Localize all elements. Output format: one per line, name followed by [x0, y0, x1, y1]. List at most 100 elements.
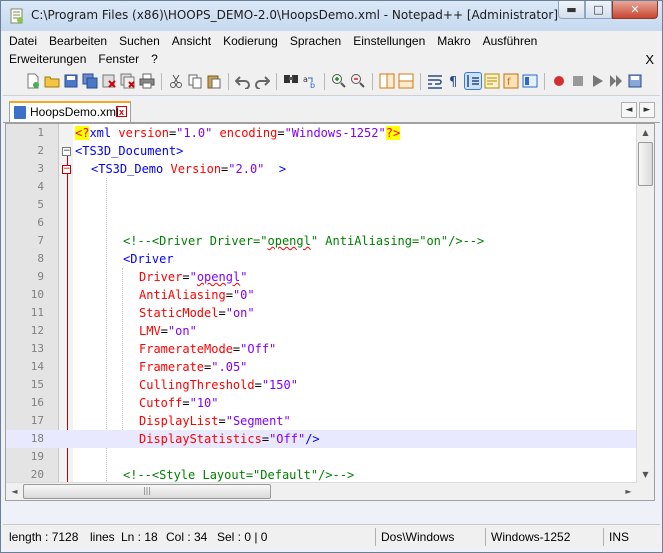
- indent-guide-icon[interactable]: [464, 72, 482, 90]
- close-button[interactable]: ✕: [612, 1, 658, 19]
- close-document-button[interactable]: X: [645, 52, 654, 67]
- save-icon[interactable]: [63, 73, 79, 89]
- svg-text:f: f: [507, 77, 511, 88]
- attr-name: DisplayStatistics: [139, 432, 262, 446]
- menu-bar: Datei Bearbeiten Suchen Ansicht Kodierun…: [3, 31, 660, 73]
- toolbar-separator: [161, 73, 162, 90]
- zoom-out-icon[interactable]: [350, 73, 366, 89]
- function-list-icon[interactable]: f: [503, 73, 519, 89]
- close-all-icon[interactable]: [120, 73, 136, 89]
- menu-erweiterungen[interactable]: Erweiterungen: [3, 52, 92, 70]
- line-number: 9: [37, 270, 44, 283]
- comment-text: " AntiAliasing="on"/>-->: [310, 234, 485, 248]
- save-all-icon[interactable]: [82, 73, 98, 89]
- folder-workspace-icon[interactable]: [522, 73, 538, 89]
- tab-scroll-right-button[interactable]: ►: [639, 102, 655, 118]
- pi-close: ?>: [385, 126, 401, 140]
- editor-pane[interactable]: − − 1 <?xml version="1.0" encoding="Windo…: [5, 123, 655, 501]
- code-line-9: 9 Driver="opengl": [6, 268, 636, 286]
- attr-eq: =: [218, 414, 226, 428]
- status-separator: [375, 528, 376, 546]
- undo-icon[interactable]: [235, 73, 251, 89]
- attr-value: "10": [189, 396, 219, 410]
- copy-icon[interactable]: [187, 73, 203, 89]
- scroll-right-arrow-icon[interactable]: ►: [620, 483, 637, 500]
- scroll-left-arrow-icon[interactable]: ◄: [6, 483, 23, 500]
- paste-icon[interactable]: [206, 73, 222, 89]
- line-number: 10: [30, 288, 44, 301]
- line-number: 19: [30, 450, 44, 463]
- line-number: 13: [30, 342, 44, 355]
- tab-close-icon[interactable]: x: [116, 106, 127, 117]
- print-icon[interactable]: [139, 73, 155, 89]
- sync-vertical-icon[interactable]: [379, 73, 395, 89]
- toolbar-separator: [544, 73, 545, 90]
- status-selection: Sel : 0 | 0: [217, 530, 268, 544]
- comment-text: <!--<Style Layout="Default"/>-->: [123, 468, 355, 482]
- menu-datei[interactable]: Datei: [3, 34, 43, 52]
- minimize-button[interactable]: ▬: [558, 1, 585, 19]
- macro-save-icon[interactable]: [627, 73, 643, 89]
- maximize-button[interactable]: □: [585, 1, 612, 19]
- line-number: 18: [30, 432, 44, 445]
- tab-hoopsdemo-xml[interactable]: HoopsDemo.xml x: [9, 101, 131, 122]
- menu-bearbeiten[interactable]: Bearbeiten: [43, 34, 113, 52]
- tab-bar: HoopsDemo.xml x ◄ ►: [3, 100, 660, 123]
- code-line-10: 10 AntiAliasing="0": [6, 286, 636, 304]
- spellcheck-word: opengl: [267, 234, 311, 248]
- attr-eq: =: [218, 306, 226, 320]
- attr-name: AntiAliasing: [139, 288, 226, 302]
- menu-makro[interactable]: Makro: [431, 34, 476, 52]
- scroll-up-arrow-icon[interactable]: ▲: [637, 124, 654, 141]
- new-file-icon[interactable]: [25, 73, 41, 89]
- redo-icon[interactable]: [254, 73, 270, 89]
- attr-name: Framerate: [139, 360, 205, 374]
- macro-stop-icon[interactable]: [570, 73, 586, 89]
- horizontal-scrollbar[interactable]: ◄ ||| ►: [6, 482, 637, 500]
- cut-icon[interactable]: [168, 73, 184, 89]
- doc-map-icon[interactable]: [484, 73, 500, 89]
- macro-play-icon[interactable]: [589, 73, 605, 89]
- title-bar[interactable]: C:\Program Files (x86)\HOOPS_DEMO-2.0\Ho…: [1, 1, 662, 31]
- code-line-7: 7 <!--<Driver Driver="opengl" AntiAliasin…: [6, 232, 636, 250]
- sync-horizontal-icon[interactable]: [398, 73, 414, 89]
- find-icon[interactable]: [283, 73, 299, 89]
- attr-value: ".05": [211, 360, 248, 374]
- replace-icon[interactable]: ab: [302, 73, 318, 89]
- zoom-in-icon[interactable]: [331, 73, 347, 89]
- toolbar-separator: [228, 73, 229, 90]
- menu-suchen[interactable]: Suchen: [113, 34, 166, 52]
- menu-ansicht[interactable]: Ansicht: [166, 34, 217, 52]
- attr-value: "Off": [240, 342, 277, 356]
- attr-eq: =: [182, 396, 190, 410]
- close-file-icon[interactable]: [101, 73, 117, 89]
- attr-quote: ": [240, 270, 248, 284]
- status-encoding: Windows-1252: [491, 530, 571, 544]
- menu-kodierung[interactable]: Kodierung: [217, 34, 284, 52]
- show-all-chars-icon[interactable]: ¶: [446, 73, 462, 89]
- attr-value: "on": [225, 306, 255, 320]
- tab-scroll-left-button[interactable]: ◄: [621, 102, 637, 118]
- vertical-scrollbar[interactable]: ▲ ▼: [636, 124, 654, 483]
- menu-einstellungen[interactable]: Einstellungen: [347, 34, 431, 52]
- status-insert-mode: INS: [609, 530, 630, 544]
- notepadpp-window: C:\Program Files (x86)\HOOPS_DEMO-2.0\Ho…: [0, 0, 663, 553]
- attr-value: "150": [261, 378, 298, 392]
- scroll-down-arrow-icon[interactable]: ▼: [637, 466, 654, 483]
- macro-record-icon[interactable]: [551, 73, 567, 89]
- word-wrap-icon[interactable]: [427, 73, 443, 89]
- menu-sprachen[interactable]: Sprachen: [284, 34, 347, 52]
- code-line-1: 1 <?xml version="1.0" encoding="Windows-1…: [6, 124, 636, 142]
- menu-fenster[interactable]: Fenster: [92, 52, 145, 70]
- code-line-11: 11 StaticModel="on": [6, 304, 636, 322]
- notepadpp-app-icon: [10, 8, 23, 24]
- horizontal-scroll-thumb[interactable]: |||: [23, 484, 271, 499]
- toolbar-separator: [420, 73, 421, 90]
- attr-name: LMV: [139, 324, 161, 338]
- menu-help[interactable]: ?: [145, 52, 164, 70]
- menu-ausfuehren[interactable]: Ausführen: [477, 34, 544, 52]
- vertical-scroll-thumb[interactable]: [638, 142, 653, 186]
- open-file-icon[interactable]: [44, 73, 60, 89]
- line-number: 1: [37, 126, 44, 139]
- macro-play-multiple-icon[interactable]: [608, 73, 624, 89]
